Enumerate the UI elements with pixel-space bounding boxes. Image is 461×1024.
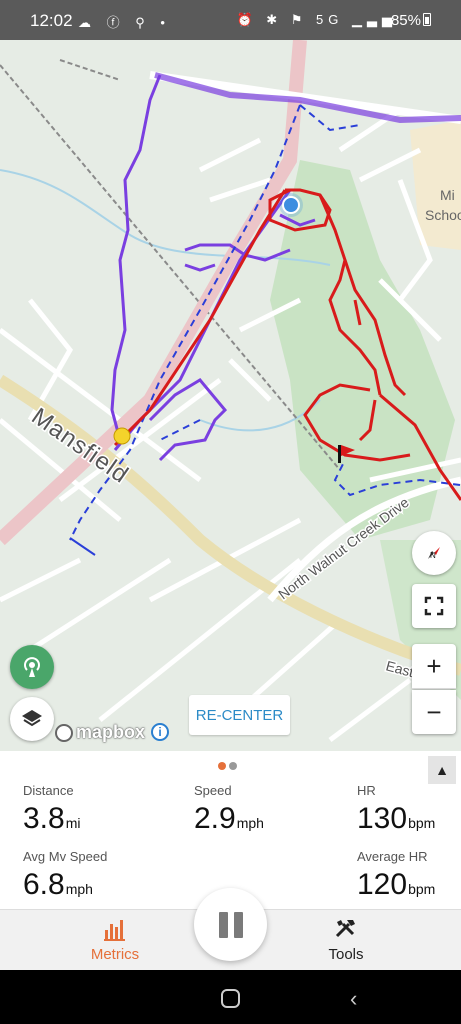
planned-route-end — [69, 537, 96, 556]
map-view[interactable]: Mansfield North Walnut Creek Drive East … — [0, 40, 461, 751]
compass-button[interactable]: N — [412, 531, 456, 575]
poi-label-school: Schoo — [425, 207, 461, 223]
collapse-panel-button[interactable]: ▲ — [428, 756, 456, 784]
railroad — [59, 59, 121, 81]
map-layers-button[interactable] — [10, 697, 54, 741]
zoom-out-button[interactable]: − — [412, 690, 456, 734]
attribution-info-icon[interactable]: i — [151, 723, 169, 741]
compass-icon: N — [428, 547, 440, 560]
layers-icon — [22, 710, 42, 727]
tab-label: Metrics — [90, 946, 140, 963]
metric-label: Average HR — [357, 849, 428, 864]
chevron-up-icon: ▲ — [435, 762, 449, 778]
status-bar: 12:02 ☁ ⓕ ⚲ • ⏰ ✱ ⚑ 5G ▁▃▅ 85% — [0, 0, 461, 40]
network-label: 5G — [316, 12, 344, 27]
fullscreen-icon — [424, 596, 444, 616]
mapbox-wordmark: mapbox — [76, 722, 146, 742]
live-track-button[interactable] — [10, 645, 54, 689]
map-canvas: Mansfield North Walnut Creek Drive East … — [0, 40, 461, 742]
system-navigation-bar: ‹ — [0, 970, 461, 1024]
pause-icon-bar — [218, 911, 228, 938]
metric-speed: Speed 2.9mph — [194, 783, 264, 836]
tab-label: Tools — [328, 946, 364, 963]
metric-value: 2.9mph — [194, 802, 264, 835]
metric-average-hr: Average HR 120bpm — [357, 849, 435, 902]
metrics-panel: ▲ Distance 3.8mi Speed 2.9mph HR 130bpm … — [0, 751, 461, 909]
pause-icon-bar — [233, 911, 243, 938]
metric-label: Speed — [194, 783, 232, 798]
svg-text:N: N — [430, 551, 436, 560]
back-icon[interactable]: ‹ — [350, 986, 357, 1012]
system-icons: ⏰ ✱ ⚑ 5G ▁▃▅ — [236, 12, 397, 27]
fullscreen-button[interactable] — [412, 584, 456, 628]
bar-chart-icon — [104, 920, 125, 941]
metric-value: 120bpm — [357, 868, 436, 901]
start-marker — [113, 427, 131, 445]
top-road — [149, 71, 461, 124]
zoom-divider — [412, 688, 456, 689]
metric-value: 130bpm — [357, 802, 436, 835]
home-icon[interactable] — [221, 989, 240, 1008]
page-indicator — [218, 762, 237, 770]
page-dot-active — [218, 762, 226, 770]
position-dot — [282, 196, 300, 214]
minus-icon: − — [426, 696, 442, 727]
metric-value: 3.8mi — [23, 802, 81, 835]
tools-icon — [335, 920, 355, 938]
poi-label-mi: Mi — [440, 187, 455, 203]
battery-percent: 85% — [390, 12, 421, 29]
metric-value: 6.8mph — [23, 868, 93, 901]
clock: 12:02 — [30, 11, 73, 30]
recenter-button[interactable]: RE-CENTER — [189, 695, 290, 735]
pink-road — [0, 40, 307, 546]
mapbox-logo-icon — [55, 723, 73, 742]
tab-tools[interactable]: Tools — [286, 916, 406, 963]
page-dot — [229, 762, 237, 770]
metric-label: HR — [357, 783, 376, 798]
broadcast-icon — [24, 657, 40, 677]
battery-icon — [423, 13, 431, 26]
plus-icon: + — [426, 650, 442, 681]
street-label-east: East — [384, 657, 415, 680]
metric-label: Avg Mv Speed — [23, 849, 108, 864]
metric-avg-moving-speed: Avg Mv Speed 6.8mph — [23, 849, 107, 902]
battery-indicator: 85% — [391, 12, 431, 29]
metric-heart-rate: HR 130bpm — [357, 783, 435, 836]
metric-label: Distance — [23, 783, 74, 798]
tab-metrics[interactable]: Metrics — [55, 916, 175, 963]
pause-recording-button[interactable] — [194, 888, 267, 961]
notification-icons: ☁ ⓕ ⚲ • — [78, 15, 171, 30]
metric-distance: Distance 3.8mi — [23, 783, 81, 836]
mapbox-attribution: mapbox — [55, 722, 145, 743]
zoom-in-button[interactable]: + — [412, 644, 456, 688]
